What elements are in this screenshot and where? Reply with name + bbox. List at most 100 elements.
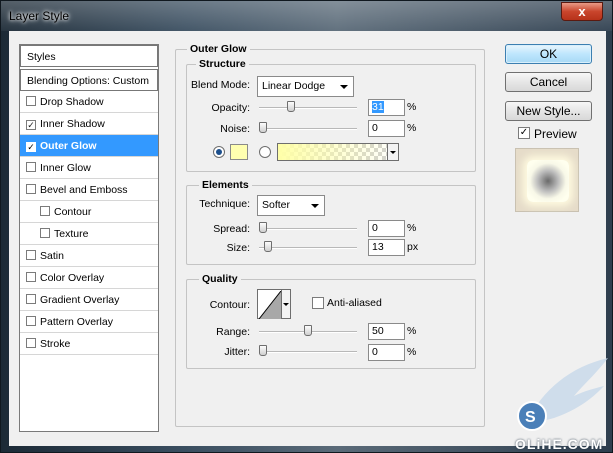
styles-item-drop-shadow[interactable]: Drop Shadow bbox=[20, 91, 158, 113]
size-input[interactable]: 13 bbox=[368, 239, 405, 256]
preview-label: Preview bbox=[534, 127, 577, 141]
styles-item-label: Pattern Overlay bbox=[40, 316, 113, 328]
range-label: Range: bbox=[216, 326, 250, 338]
contour-dropdown-arrow[interactable] bbox=[281, 289, 291, 319]
styles-item-checkbox[interactable]: ✓ bbox=[26, 142, 36, 152]
jitter-slider-thumb[interactable] bbox=[259, 345, 267, 356]
svg-text:S: S bbox=[525, 409, 536, 426]
styles-item-checkbox[interactable] bbox=[26, 316, 36, 326]
styles-item-label: Outer Glow bbox=[40, 140, 97, 152]
spread-input[interactable]: 0 bbox=[368, 220, 405, 237]
styles-item-checkbox[interactable] bbox=[26, 294, 36, 304]
styles-item-label: Drop Shadow bbox=[40, 96, 104, 108]
noise-unit: % bbox=[407, 122, 417, 134]
style-preview-thumbnail bbox=[515, 148, 579, 212]
size-slider[interactable] bbox=[259, 241, 357, 252]
styles-item-satin[interactable]: Satin bbox=[20, 245, 158, 267]
styles-item-color-overlay[interactable]: Color Overlay bbox=[20, 267, 158, 289]
styles-item-checkbox[interactable] bbox=[40, 228, 50, 238]
cancel-button[interactable]: Cancel bbox=[505, 72, 592, 92]
range-input[interactable]: 50 bbox=[368, 323, 405, 340]
opacity-slider[interactable] bbox=[259, 101, 357, 112]
styles-item-checkbox[interactable]: ✓ bbox=[26, 120, 36, 130]
glow-color-swatch[interactable] bbox=[230, 144, 248, 160]
noise-slider-thumb[interactable] bbox=[259, 122, 267, 133]
spread-label: Spread: bbox=[213, 223, 250, 235]
styles-item-checkbox[interactable] bbox=[26, 338, 36, 348]
styles-item-checkbox[interactable] bbox=[26, 250, 36, 260]
size-unit: px bbox=[407, 241, 419, 253]
styles-item-checkbox[interactable] bbox=[26, 96, 36, 106]
styles-item-label: Contour bbox=[54, 206, 92, 218]
contour-picker[interactable] bbox=[257, 289, 291, 319]
glow-gradient-picker[interactable] bbox=[277, 143, 399, 161]
range-unit: % bbox=[407, 325, 417, 337]
noise-input[interactable]: 0 bbox=[368, 120, 405, 137]
jitter-slider[interactable] bbox=[259, 345, 357, 356]
blend-mode-label: Blend Mode: bbox=[191, 79, 250, 91]
styles-header[interactable]: Styles bbox=[20, 45, 158, 67]
styles-item-checkbox[interactable] bbox=[26, 162, 36, 172]
gradient-dropdown-arrow[interactable] bbox=[387, 143, 399, 161]
blend-mode-value: Linear Dodge bbox=[262, 80, 326, 92]
styles-item-inner-shadow[interactable]: ✓ Inner Shadow bbox=[20, 113, 158, 135]
size-label: Size: bbox=[226, 242, 250, 254]
styles-item-pattern-overlay[interactable]: Pattern Overlay bbox=[20, 311, 158, 333]
jitter-slider-track bbox=[259, 351, 357, 353]
opacity-unit: % bbox=[407, 101, 417, 113]
styles-item-texture[interactable]: Texture bbox=[20, 223, 158, 245]
preview-checkbox[interactable]: ✓ bbox=[518, 127, 530, 139]
blending-options-item[interactable]: Blending Options: Custom bbox=[20, 69, 158, 91]
styles-item-stroke[interactable]: Stroke bbox=[20, 333, 158, 355]
ok-button[interactable]: OK bbox=[505, 44, 592, 64]
anti-aliased-checkbox[interactable] bbox=[312, 297, 324, 309]
opacity-slider-thumb[interactable] bbox=[287, 101, 295, 112]
styles-item-label: Color Overlay bbox=[40, 272, 105, 284]
spread-unit: % bbox=[407, 222, 417, 234]
jitter-unit: % bbox=[407, 346, 417, 358]
styles-item-outer-glow[interactable]: ✓ Outer Glow bbox=[20, 135, 158, 157]
preview-glow-swatch bbox=[527, 160, 569, 202]
window-title: Layer Style bbox=[9, 9, 70, 23]
range-slider-thumb[interactable] bbox=[304, 325, 312, 336]
styles-item-label: Stroke bbox=[40, 338, 71, 350]
styles-item-gradient-overlay[interactable]: Gradient Overlay bbox=[20, 289, 158, 311]
opacity-input[interactable]: 31 bbox=[368, 99, 405, 116]
styles-item-label: Bevel and Emboss bbox=[40, 184, 128, 196]
styles-list: Styles Blending Options: Custom Drop Sha… bbox=[19, 44, 159, 432]
outer-glow-title: Outer Glow bbox=[187, 43, 250, 55]
elements-legend: Elements bbox=[199, 179, 252, 191]
styles-item-bevel-and-emboss[interactable]: Bevel and Emboss bbox=[20, 179, 158, 201]
spread-slider-thumb[interactable] bbox=[259, 222, 267, 233]
watermark-text: OLiHE.COM bbox=[515, 436, 604, 452]
size-slider-track bbox=[259, 247, 357, 249]
range-slider[interactable] bbox=[259, 325, 357, 336]
styles-item-checkbox[interactable] bbox=[26, 184, 36, 194]
chevron-down-icon bbox=[311, 204, 319, 208]
styles-item-contour[interactable]: Contour bbox=[20, 201, 158, 223]
styles-item-checkbox[interactable] bbox=[26, 272, 36, 282]
new-style-button[interactable]: New Style... bbox=[505, 101, 592, 121]
structure-legend: Structure bbox=[196, 58, 249, 70]
styles-item-label: Texture bbox=[54, 228, 89, 240]
contour-curve-icon bbox=[259, 291, 281, 319]
color-radio[interactable] bbox=[213, 146, 225, 158]
quality-legend: Quality bbox=[199, 273, 241, 285]
technique-select[interactable]: Softer bbox=[257, 195, 325, 216]
styles-item-inner-glow[interactable]: Inner Glow bbox=[20, 157, 158, 179]
gradient-radio[interactable] bbox=[259, 146, 271, 158]
size-slider-thumb[interactable] bbox=[264, 241, 272, 252]
close-button[interactable]: x bbox=[561, 2, 603, 21]
jitter-label: Jitter: bbox=[224, 346, 250, 358]
blend-mode-select[interactable]: Linear Dodge bbox=[257, 76, 354, 97]
styles-item-checkbox[interactable] bbox=[40, 206, 50, 216]
spread-slider[interactable] bbox=[259, 222, 357, 233]
styles-item-label: Satin bbox=[40, 250, 64, 262]
title-bar[interactable]: Layer Style x bbox=[1, 1, 612, 31]
noise-slider[interactable] bbox=[259, 122, 357, 133]
styles-item-label: Inner Shadow bbox=[40, 118, 105, 130]
spread-slider-track bbox=[259, 228, 357, 230]
technique-value: Softer bbox=[262, 199, 291, 211]
jitter-input[interactable]: 0 bbox=[368, 344, 405, 361]
opacity-slider-track bbox=[259, 107, 357, 109]
